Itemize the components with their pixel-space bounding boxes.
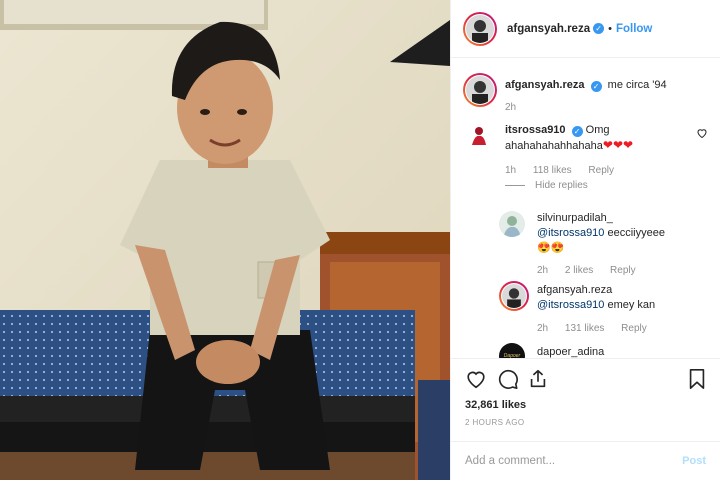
hide-replies-label: Hide replies [535,180,588,191]
reply-emoji: 😍😍 [537,242,565,254]
comment-input[interactable] [465,455,683,467]
verified-badge-icon: ✓ [571,126,583,137]
reply-username[interactable]: silvinurpadilah_ [537,212,613,224]
reply-mention[interactable]: @itsrossa910 [537,299,604,311]
caption-meta: 2h [505,102,530,113]
divider-line [505,185,525,186]
reply-username[interactable]: dapoer_adina [537,346,604,358]
reply-meta: 2h 131 likes Reply [537,323,661,334]
likes-count[interactable]: 32,861 likes [465,399,526,411]
reply-comment: Dapoer dapoer_adina [499,343,708,358]
author-username[interactable]: afgansyah.reza [507,23,590,35]
caption: afgansyah.reza ✓ me circa '94 2h [463,73,708,121]
reply-text: dapoer_adina [537,345,682,358]
post-comment-button[interactable]: Post [682,455,706,467]
comment-meta: 1h 118 likes Reply [505,165,628,176]
comment-time: 1h [505,165,517,176]
reply-text: silvinurpadilah_ @itsrossa910 eecciiyyee… [537,211,682,256]
commenter-avatar[interactable] [467,123,491,147]
separator-dot: • [608,22,612,35]
reply-button[interactable]: Reply [588,165,614,176]
reply-body: eecciiyyeee [604,227,665,239]
comment: itsrossa910 ✓ Omg ahahahahahhahaha❤❤❤ 1h… [463,121,708,181]
post-header: afgansyah.reza ✓ • Follow [451,0,720,58]
reply-body: emey kan [604,299,656,311]
verified-badge-icon: ✓ [593,23,605,34]
post-time-ago: 2 HOURS AGO [465,418,525,427]
reply-likes[interactable]: 2 likes [565,265,593,276]
post-photo [0,0,450,480]
post-footer: 32,861 likes 2 HOURS AGO Post [451,358,720,480]
reply-meta: 2h 2 likes Reply [537,265,650,276]
reply-comment: silvinurpadilah_ @itsrossa910 eecciiyyee… [499,209,708,279]
caption-text: afgansyah.reza ✓ me circa '94 [505,78,682,93]
reply-time: 2h [537,323,549,334]
avatar-image [502,284,526,308]
like-comment-heart-icon[interactable] [696,127,708,139]
caption-username[interactable]: afgansyah.reza [505,79,584,91]
comment-likes[interactable]: 118 likes [533,165,572,176]
avatar-image [466,76,494,104]
comments-list[interactable]: afgansyah.reza ✓ me circa '94 2h itsross… [451,59,720,358]
author-avatar[interactable] [463,11,497,46]
reply-text: afgansyah.reza @itsrossa910 emey kan [537,283,682,313]
add-comment-bar: Post [451,441,720,480]
caption-avatar[interactable] [463,73,497,107]
follow-button[interactable]: Follow [616,23,652,35]
replier-avatar[interactable] [499,211,525,237]
reply-button[interactable]: Reply [621,323,647,334]
reply-button[interactable]: Reply [610,265,636,276]
comment-username[interactable]: itsrossa910 [505,124,566,136]
heart-icon[interactable] [465,368,487,390]
post-details-panel: afgansyah.reza ✓ • Follow afgansyah.reza… [450,0,720,480]
hide-replies-button[interactable]: Hide replies [505,180,588,191]
caption-time: 2h [505,102,517,113]
reply-mention[interactable]: @itsrossa910 [537,227,604,239]
verified-badge-icon: ✓ [590,81,602,92]
post-photo-illustration [0,0,450,480]
reply-comment: afgansyah.reza @itsrossa910 emey kan 2h … [499,281,708,341]
action-bar [463,368,708,394]
replier-avatar[interactable]: Dapoer [499,343,525,358]
reply-time: 2h [537,265,549,276]
reply-likes[interactable]: 131 likes [565,323,604,334]
comment-text: itsrossa910 ✓ Omg ahahahahahhahaha❤❤❤ [505,123,682,154]
avatar-image [466,14,494,43]
replier-avatar[interactable] [499,281,529,311]
reply-username[interactable]: afgansyah.reza [537,284,612,296]
share-icon[interactable] [527,368,549,390]
bookmark-icon[interactable] [686,368,708,390]
comment-emoji: ❤❤❤ [602,138,634,152]
comment-icon[interactable] [497,368,519,390]
caption-body: me circa '94 [607,79,667,91]
